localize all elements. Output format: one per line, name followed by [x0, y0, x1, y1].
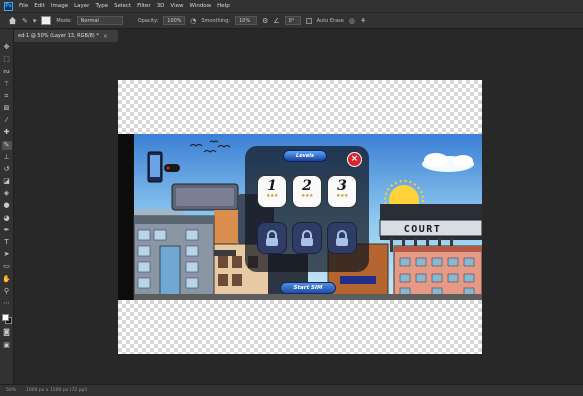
color-swatches[interactable]	[1, 313, 13, 325]
menu-filter[interactable]: Filter	[137, 3, 151, 9]
lasso-tool-icon[interactable]: ᔓ	[2, 67, 12, 76]
document-tab[interactable]: ed-1 @ 50% (Layer 13, RGB/8) * ×	[14, 30, 118, 42]
opacity-field[interactable]: 100%	[163, 16, 186, 25]
locked-level-5-button[interactable]	[293, 223, 321, 253]
type-tool-icon[interactable]: T	[2, 238, 12, 247]
level-3-button[interactable]: 3 ★★★	[328, 176, 356, 207]
smoothing-options-gear-icon[interactable]: ⚙	[262, 17, 268, 25]
mode-select[interactable]: Normal	[76, 16, 123, 25]
menu-bar: Ps File Edit Image Layer Type Select Fil…	[0, 0, 583, 12]
smoothing-label: Smoothing:	[201, 17, 231, 24]
zoom-tool-icon[interactable]: ⚲	[2, 287, 12, 296]
pressure-opacity-icon[interactable]: ◔	[190, 17, 196, 25]
level-panel-close-button[interactable]: ×	[347, 152, 362, 167]
path-selection-tool-icon[interactable]: ➤	[2, 250, 12, 259]
mode-label: Mode:	[56, 17, 72, 24]
menu-type[interactable]: Type	[95, 3, 108, 9]
pen-tool-icon[interactable]: ✒	[2, 226, 12, 235]
symmetry-icon[interactable]: ⚘	[360, 17, 366, 25]
hand-tool-icon[interactable]: ✋	[2, 275, 12, 284]
level-2-number: 2	[302, 178, 312, 194]
eyedropper-tool-icon[interactable]: ⁄	[2, 116, 12, 125]
document-tab-row: ed-1 @ 50% (Layer 13, RGB/8) * ×	[14, 29, 583, 42]
history-brush-tool-icon[interactable]: ↺	[2, 165, 12, 174]
angle-field[interactable]: 0°	[284, 16, 301, 25]
screen-mode-icon[interactable]: ▣	[2, 341, 12, 350]
clone-stamp-tool-icon[interactable]: ⊥	[2, 153, 12, 162]
level-1-button[interactable]: 1 ★★★	[258, 176, 286, 207]
level-1-stars: ★★★	[266, 193, 278, 199]
brush-preset-icon[interactable]: ▾	[33, 17, 37, 25]
options-bar: ✎ ▾ Mode: Normal Opacity: 100% ◔ Smoothi…	[0, 12, 583, 29]
healing-brush-tool-icon[interactable]: ✚	[2, 128, 12, 137]
menu-edit[interactable]: Edit	[34, 3, 45, 9]
foreground-color-swatch[interactable]	[1, 314, 9, 322]
brush-tool-icon[interactable]: ✎	[1, 140, 12, 150]
menu-select[interactable]: Select	[114, 3, 131, 9]
menu-file[interactable]: File	[19, 3, 28, 9]
menu-3d[interactable]: 3D	[157, 3, 165, 9]
pencil-tool-icon[interactable]: ✎	[22, 17, 28, 25]
lock-icon	[266, 229, 278, 246]
menu-layer[interactable]: Layer	[74, 3, 89, 9]
level-2-button[interactable]: 2 ★★★	[293, 176, 321, 207]
paint-bucket-tool-icon[interactable]: ◈	[2, 189, 12, 198]
level-1-number: 1	[267, 178, 277, 194]
lock-icon	[301, 229, 313, 246]
marquee-tool-icon[interactable]: ⬚	[2, 55, 12, 64]
opacity-label: Opacity:	[137, 17, 159, 24]
eraser-tool-icon[interactable]: ◪	[2, 177, 12, 186]
document-tab-label: ed-1 @ 50% (Layer 13, RGB/8) *	[18, 33, 99, 39]
menu-view[interactable]: View	[170, 3, 183, 9]
menu-window[interactable]: Window	[189, 3, 211, 9]
level-3-stars: ★★★	[336, 193, 348, 199]
auto-erase-checkbox[interactable]	[305, 17, 312, 24]
document-info[interactable]: 1000 px x 1500 px (72 ppi)	[26, 388, 87, 393]
frame-tool-icon[interactable]: ⊠	[2, 104, 12, 113]
pressure-size-icon[interactable]: ◎	[349, 17, 355, 25]
quick-mask-icon[interactable]: ◙	[2, 328, 12, 337]
magic-wand-tool-icon[interactable]: ⚚	[2, 80, 12, 89]
menu-image[interactable]: Image	[51, 3, 68, 9]
lock-icon	[336, 229, 348, 246]
auto-erase-label: Auto Erase	[316, 17, 344, 24]
menu-help[interactable]: Help	[217, 3, 230, 9]
smoothing-field[interactable]: 10%	[235, 16, 258, 25]
zoom-level[interactable]: 50%	[6, 388, 16, 393]
tools-panel: ✥ ⬚ ᔓ ⚚ ⌗ ⊠ ⁄ ✚ ✎ ⊥ ↺ ◪ ◈ ● ◕ ✒ T ➤ ▭ ✋ …	[0, 29, 14, 384]
level-2-stars: ★★★	[301, 193, 313, 199]
court-sign: COURT	[403, 223, 442, 235]
home-icon[interactable]	[8, 16, 17, 25]
start-sim-button[interactable]: Start SIM	[280, 282, 336, 294]
brush-panel-toggle[interactable]	[41, 16, 52, 25]
crop-tool-icon[interactable]: ⌗	[2, 92, 12, 101]
status-bar: 50% 1000 px x 1500 px (72 ppi)	[0, 384, 583, 396]
photoshop-window: Ps File Edit Image Layer Type Select Fil…	[0, 0, 583, 396]
more-tools-icon[interactable]: ⋯	[2, 299, 12, 308]
locked-level-6-button[interactable]	[328, 223, 356, 253]
angle-icon: ∠	[273, 16, 280, 25]
dodge-tool-icon[interactable]: ◕	[2, 214, 12, 223]
level-3-number: 3	[337, 178, 347, 194]
move-tool-icon[interactable]: ✥	[2, 43, 12, 52]
locked-level-4-button[interactable]	[258, 223, 286, 253]
levels-title-banner: Levels	[283, 150, 327, 162]
close-document-icon[interactable]: ×	[103, 33, 108, 40]
rectangle-tool-icon[interactable]: ▭	[2, 262, 12, 271]
blur-tool-icon[interactable]: ●	[2, 201, 12, 210]
photoshop-logo: Ps	[4, 1, 13, 11]
